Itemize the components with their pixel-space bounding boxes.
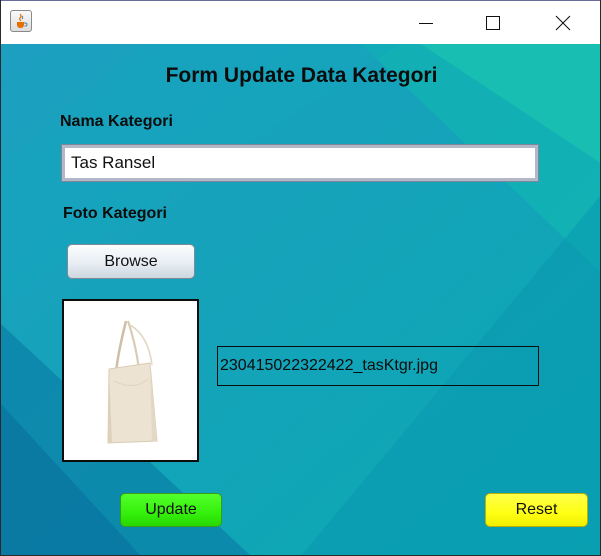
- java-cup-icon: [10, 10, 32, 32]
- close-button[interactable]: [540, 1, 586, 45]
- maximize-icon: [486, 16, 500, 30]
- app-window: Form Update Data Kategori Nama Kategori …: [0, 0, 601, 556]
- category-image-preview: [62, 299, 199, 462]
- title-bar[interactable]: [1, 0, 600, 44]
- close-icon: [555, 15, 571, 31]
- minimize-icon: [419, 23, 433, 24]
- foto-kategori-label: Foto Kategori: [63, 205, 167, 222]
- nama-kategori-label: Nama Kategori: [60, 113, 173, 130]
- reset-button[interactable]: Reset: [485, 493, 588, 527]
- browse-button[interactable]: Browse: [67, 244, 195, 279]
- tote-bag-image: [107, 320, 158, 444]
- nama-kategori-input[interactable]: [61, 144, 539, 182]
- form-title: Form Update Data Kategori: [165, 64, 438, 87]
- file-name-label: 230415022322422_tasKtgr.jpg: [217, 346, 539, 386]
- maximize-button[interactable]: [470, 1, 516, 45]
- minimize-button[interactable]: [403, 1, 449, 45]
- update-button[interactable]: Update: [120, 493, 222, 527]
